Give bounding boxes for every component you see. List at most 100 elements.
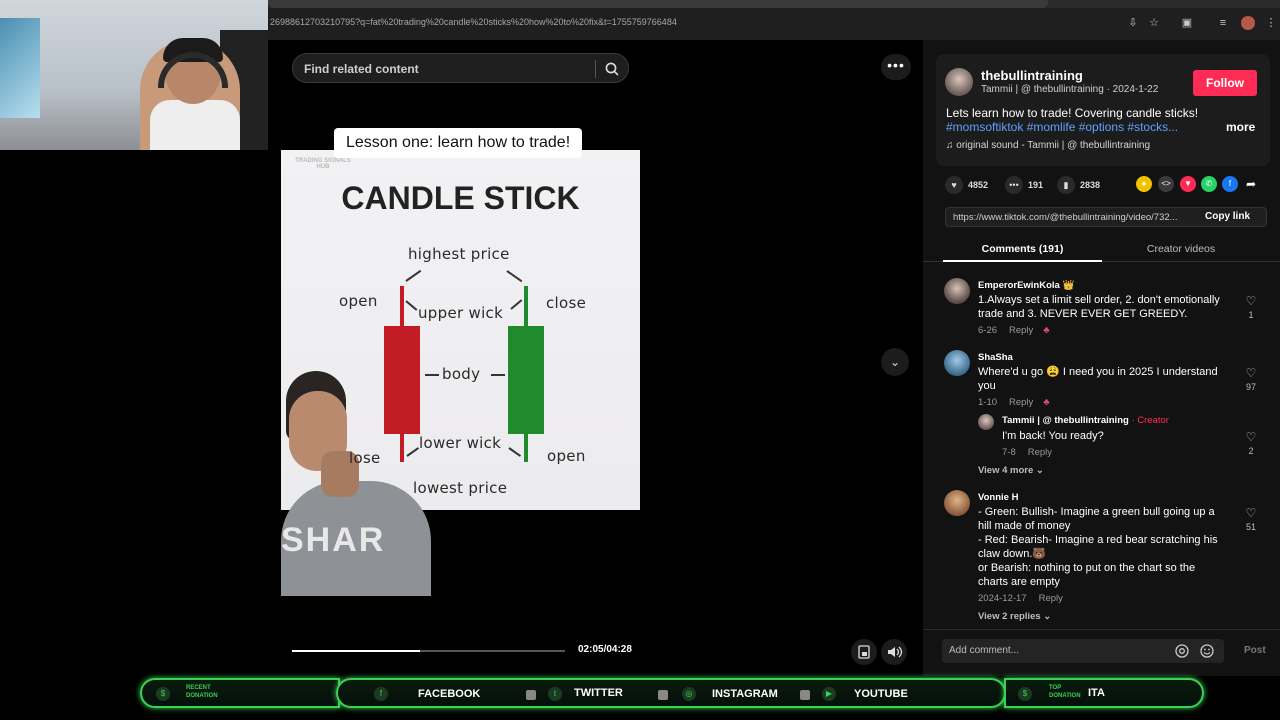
next-video-button[interactable]: ⌄: [881, 348, 909, 376]
search-input[interactable]: Find related content: [292, 53, 629, 83]
follow-button[interactable]: Follow: [1193, 70, 1257, 96]
reply-like-icon[interactable]: ♡: [1243, 430, 1259, 444]
label-upper-wick: upper wick: [418, 304, 504, 322]
share-arrow-icon[interactable]: ➦: [1243, 176, 1259, 192]
heart-icon: ♥: [945, 176, 963, 194]
send-icon[interactable]: ▼: [1180, 176, 1196, 192]
diagram-title: CANDLE STICK: [341, 180, 580, 216]
avatar[interactable]: [944, 278, 970, 304]
profile-avatar[interactable]: [1241, 16, 1255, 30]
instagram-icon: ◎: [682, 687, 696, 701]
webcam-monitor: [0, 18, 40, 118]
label-close-bottom: lose: [349, 449, 381, 467]
comment-text: 1.Always set a limit sell order, 2. don'…: [978, 294, 1220, 320]
comment-date: 2024-12-17: [978, 593, 1027, 604]
comment-like-icon[interactable]: ♡: [1243, 294, 1259, 308]
mention-icon[interactable]: [1174, 643, 1190, 659]
browser-menu-icon[interactable]: ⋮: [1264, 16, 1278, 30]
webcam-overlay: [0, 0, 268, 150]
copy-link-button[interactable]: Copy link: [1205, 211, 1250, 222]
address-bar-url[interactable]: 26988612703210795?q=fat%20trading%20cand…: [270, 17, 677, 27]
progress-bar[interactable]: [292, 650, 565, 652]
reply-button[interactable]: Reply: [1028, 447, 1052, 458]
author-avatar[interactable]: [945, 68, 973, 96]
view-more-replies[interactable]: View 4 more ⌄: [978, 465, 1044, 476]
comment-like-count: 1: [1248, 310, 1254, 320]
sound-link[interactable]: ♫ original sound - Tammii | @ thebullint…: [946, 140, 1150, 151]
avatar[interactable]: [944, 350, 970, 376]
reply-text: I'm back! You ready?: [1002, 430, 1104, 442]
music-note-icon: ♫: [946, 140, 957, 151]
video-caption-overlay: Lesson one: learn how to trade!: [334, 128, 583, 158]
youtube-label: YOUTUBE: [854, 688, 908, 700]
tab-comments[interactable]: Comments (191): [943, 243, 1102, 262]
volume-icon: [888, 646, 903, 658]
post-button[interactable]: Post: [1244, 645, 1266, 656]
install-app-icon[interactable]: ⇩: [1126, 16, 1140, 30]
comment-like-icon[interactable]: ♡: [1243, 506, 1259, 520]
coin-icon[interactable]: ●: [1136, 176, 1152, 192]
top-donation-name: ITA: [1088, 687, 1105, 699]
volume-button[interactable]: [881, 639, 907, 665]
label-open-top: open: [339, 292, 378, 310]
whatsapp-icon[interactable]: ✆: [1201, 176, 1217, 192]
reply-username[interactable]: Tammii | @ thebullintraining · Creator: [1002, 415, 1169, 426]
comment-count: 191: [1028, 180, 1044, 190]
comment-placeholder: Add comment...: [949, 645, 1020, 656]
video-link-box: https://www.tiktok.com/@thebullintrainin…: [945, 207, 1267, 227]
tab-strip: [268, 0, 1280, 8]
bookmark-icon: ▮: [1057, 176, 1075, 194]
recent-donation-label: RECENT DONATION: [186, 685, 218, 699]
timecode: 02:05/04:28: [578, 644, 632, 655]
progress-fill: [292, 650, 421, 652]
video-caption: Lets learn how to trade! Covering candle…: [946, 106, 1199, 120]
twitter-label: TWITTER: [574, 687, 623, 699]
leader-line: [508, 447, 522, 457]
top-donation-label: TOP DONATION: [1049, 685, 1081, 699]
avatar[interactable]: [944, 490, 970, 516]
tab-search-icon[interactable]: ≡: [1216, 16, 1230, 30]
instagram-label: INSTAGRAM: [712, 688, 778, 700]
embed-icon[interactable]: <>: [1158, 176, 1174, 192]
creator-liked-icon: ♣: [1043, 325, 1050, 336]
video-area: Find related content TRADING SIGNALS HUB…: [268, 40, 923, 676]
reply-username-text: Tammii | @ thebullintraining: [1002, 415, 1129, 426]
label-body: body: [442, 365, 481, 383]
comment-text-line: - Green: Bullish- Imagine a green bull g…: [978, 506, 1215, 532]
active-tab[interactable]: [268, 0, 1048, 8]
comment-meta: 1-10 Reply ♣: [978, 397, 1050, 408]
top-donation-segment: $ TOP DONATION ITA: [1004, 678, 1204, 708]
hashtags[interactable]: #momsoftiktok #momlife #options #stocks.…: [946, 120, 1178, 134]
mini-player-icon: [858, 645, 870, 659]
reply-button[interactable]: Reply: [1039, 593, 1063, 604]
view-more-replies[interactable]: View 2 replies ⌄: [978, 611, 1051, 622]
emoji-icon[interactable]: [1199, 643, 1215, 659]
recent-donation-segment: $ RECENT DONATION: [140, 678, 340, 708]
tab-creator-videos[interactable]: Creator videos: [1103, 243, 1259, 255]
more-options-button[interactable]: •••: [881, 54, 911, 80]
author-card: thebullintraining Tammii | @ thebullintr…: [936, 54, 1270, 166]
search-placeholder: Find related content: [304, 62, 419, 76]
comment-username[interactable]: Vonnie H: [978, 492, 1018, 503]
comment-username[interactable]: EmperorEwinKola 👑: [978, 280, 1074, 291]
stats-row: ♥ 4852 ••• 191 ▮ 2838 ● <> ▼ ✆ f ➦: [945, 176, 1265, 194]
bookmark-star-icon[interactable]: ☆: [1147, 16, 1161, 30]
caption-more-link[interactable]: more: [1226, 120, 1255, 134]
reply-button[interactable]: Reply: [1009, 397, 1033, 408]
presenter-overlay: SHAR lose: [281, 371, 431, 596]
avatar[interactable]: [978, 414, 994, 430]
add-comment-bar: Add comment... Post: [923, 629, 1280, 676]
facebook-icon[interactable]: f: [1222, 176, 1238, 192]
comment-text-line: or Bearish: nothing to put on the chart …: [978, 562, 1196, 588]
reply-button[interactable]: Reply: [1009, 325, 1033, 336]
author-name[interactable]: thebullintraining: [981, 68, 1083, 83]
leader-line: [405, 300, 418, 311]
mini-player-button[interactable]: [851, 639, 877, 665]
comment-like-icon[interactable]: ♡: [1243, 366, 1259, 380]
search-icon[interactable]: [604, 61, 620, 77]
side-panel-icon[interactable]: ▣: [1180, 16, 1194, 30]
comment-username[interactable]: ShaSha: [978, 352, 1013, 363]
video-link[interactable]: https://www.tiktok.com/@thebullintrainin…: [953, 212, 1193, 223]
leader-line: [506, 270, 523, 283]
comment-input[interactable]: Add comment...: [942, 639, 1224, 663]
